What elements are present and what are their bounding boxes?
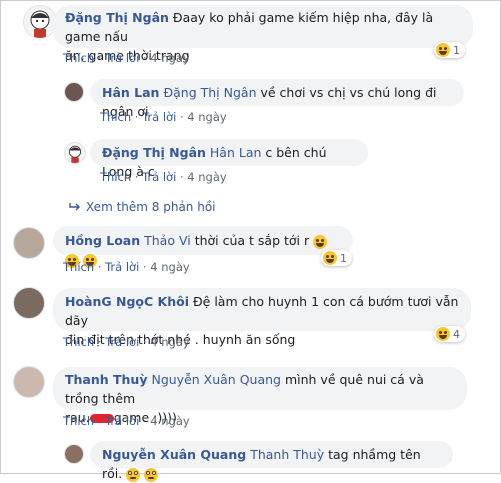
reaction-badge[interactable]: 1: [434, 42, 465, 58]
avatar[interactable]: [13, 287, 45, 319]
reply-link[interactable]: Trả lời: [105, 51, 139, 65]
comment-author[interactable]: Hồng Loan: [65, 233, 140, 248]
laugh-emoji-icon: [313, 234, 328, 249]
reply-actions: Thích · Trả lời · 4 ngày: [100, 170, 227, 184]
reaction-count: 1: [340, 251, 347, 265]
comment-author[interactable]: HoànG NgọC Khôi: [65, 294, 189, 309]
reply-link[interactable]: Trả lời: [105, 260, 139, 274]
like-link[interactable]: Thích: [63, 335, 94, 349]
laugh-emoji-icon: [436, 327, 450, 341]
reply-link[interactable]: Trả lời: [105, 335, 139, 349]
timestamp[interactable]: 4 ngày: [187, 170, 226, 184]
reply-author[interactable]: Hân Lan: [102, 85, 159, 100]
mention-tag[interactable]: Hân Lan: [210, 145, 262, 160]
comment-bubble: Hồng Loan Thảo Vi thời của t sắp tới r: [53, 226, 353, 268]
reply-link[interactable]: Trả lời: [142, 110, 176, 124]
reply-actions: Thích · Trả lời · 4 ngày: [100, 110, 227, 124]
timestamp[interactable]: 4 ngày: [187, 110, 226, 124]
mention-tag[interactable]: Thanh Thuỳ: [250, 447, 324, 462]
avatar[interactable]: [64, 142, 86, 164]
reply-author[interactable]: Nguyễn Xuân Quang: [102, 447, 246, 462]
laugh-emoji-icon: [436, 43, 450, 57]
avatar[interactable]: [23, 5, 57, 39]
reply-arrow-icon: [69, 203, 80, 211]
avatar[interactable]: [64, 82, 84, 102]
rolling-eyes-emoji-icon: [144, 467, 159, 482]
comment-actions: Thích · Trả lời · 4 ngày: [63, 51, 190, 65]
comment-bubble: HoànG NgọC Khôi Đệ làm cho huynh 1 con c…: [53, 288, 471, 347]
comment-author[interactable]: Đặng Thị Ngân: [65, 10, 169, 25]
comment-actions: Thích · Trả lời · 4 ngày: [63, 335, 190, 349]
timestamp[interactable]: 4 ngày: [150, 335, 189, 349]
reaction-badge[interactable]: 1: [321, 250, 352, 266]
reaction-badge[interactable]: 4: [434, 326, 465, 342]
comment-bubble: Thanh Thuỳ Nguyễn Xuân Quang mình về quê…: [53, 367, 467, 425]
mention-tag[interactable]: Đặng Thị Ngân: [163, 85, 256, 100]
comment-actions: Thích · Trả lời · 4 ngày: [63, 260, 190, 274]
avatar-cartoon-icon: [30, 10, 50, 38]
laugh-emoji-icon: [323, 251, 337, 265]
mention-tag[interactable]: Nguyễn Xuân Quang: [151, 372, 281, 387]
timestamp[interactable]: 4 ngày: [150, 51, 189, 65]
avatar-cartoon-icon: [68, 145, 82, 163]
view-more-replies-link[interactable]: Xem thêm 8 phản hồi: [69, 200, 216, 214]
comment-author[interactable]: Thanh Thuỳ: [65, 372, 147, 387]
comment-bubble: Đặng Thị Ngân Đaay ko phải game kiếm hiệ…: [53, 5, 473, 63]
reaction-count: 4: [453, 327, 460, 341]
avatar[interactable]: [13, 366, 45, 398]
mention-tag[interactable]: Thảo Vi: [144, 233, 191, 248]
reply-bubble: Hân Lan Đặng Thị Ngân về chơi vs chị vs …: [90, 79, 464, 119]
comment-thread: Đặng Thị Ngân Đaay ko phải game kiếm hiệ…: [1, 1, 500, 482]
comment-text: thời của t sắp tới r: [194, 233, 310, 248]
like-link[interactable]: Thích: [100, 110, 131, 124]
like-link[interactable]: Thích: [63, 260, 94, 274]
reaction-count: 1: [453, 43, 460, 57]
reply-author[interactable]: Đặng Thị Ngân: [102, 145, 206, 160]
avatar[interactable]: [64, 444, 84, 464]
reply-bubble: Đặng Thị Ngân Hân Lan c bên chú Long à c: [90, 139, 368, 179]
rolling-eyes-emoji-icon: [126, 467, 141, 482]
comment-actions: Thích · Trả lời · 4 ngày: [63, 414, 190, 428]
like-link[interactable]: Thích: [100, 170, 131, 184]
reply-link[interactable]: Trả lời: [105, 414, 139, 428]
timestamp[interactable]: 4 ngày: [150, 260, 189, 274]
like-link[interactable]: Thích: [63, 51, 94, 65]
like-link[interactable]: Thích: [63, 414, 94, 428]
timestamp[interactable]: 4 ngày: [150, 414, 189, 428]
avatar[interactable]: [13, 227, 45, 259]
reply-bubble: Nguyễn Xuân Quang Thanh Thuỳ tag nhầmg t…: [90, 441, 453, 482]
reply-link[interactable]: Trả lời: [142, 170, 176, 184]
